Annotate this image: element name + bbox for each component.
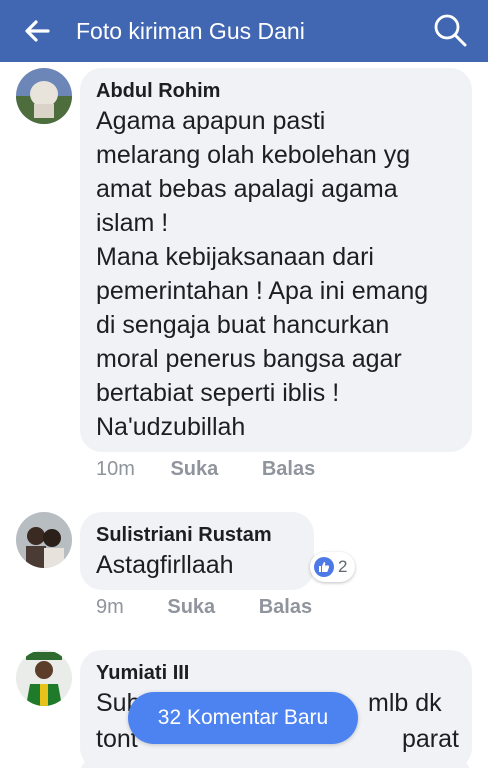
comment-time: 10m [96, 458, 135, 480]
comment-text: Agama apapun pasti melarang olah keboleh… [96, 107, 429, 441]
reaction-badge[interactable]: 2 [310, 552, 356, 582]
comment-bubble[interactable]: Abdul Rohim Agama apapun pasti melarang … [80, 68, 472, 452]
comment-actions: 9m Suka Balas [96, 594, 312, 620]
top-bar: Foto kiriman Gus Dani [0, 0, 488, 62]
thumbs-up-icon [314, 557, 334, 577]
comment-bubble[interactable] [80, 758, 470, 768]
search-icon[interactable] [432, 12, 468, 48]
new-comments-button[interactable]: 32 Komentar Baru [128, 692, 358, 744]
page-title: Foto kiriman Gus Dani [76, 18, 305, 44]
comment-author[interactable]: Abdul Rohim [96, 78, 456, 104]
reply-button[interactable]: Balas [262, 456, 315, 482]
like-button[interactable]: Suka [167, 594, 215, 620]
comment-actions: 10m Suka Balas [96, 456, 315, 482]
avatar[interactable] [16, 650, 72, 706]
like-button[interactable]: Suka [170, 456, 218, 482]
comment-author[interactable]: Sulistriani Rustam [96, 522, 298, 548]
reaction-count: 2 [338, 557, 348, 576]
comment-author[interactable]: Yumiati III [96, 660, 456, 686]
avatar[interactable] [16, 512, 72, 568]
reply-button[interactable]: Balas [259, 594, 312, 620]
avatar[interactable] [16, 68, 72, 124]
comment-bubble[interactable]: Sulistriani Rustam Astagfirllaah [80, 512, 314, 590]
comment-time: 9m [96, 596, 124, 618]
arrow-left-icon[interactable] [22, 16, 52, 46]
comment-text: Astagfirllaah [96, 551, 234, 579]
